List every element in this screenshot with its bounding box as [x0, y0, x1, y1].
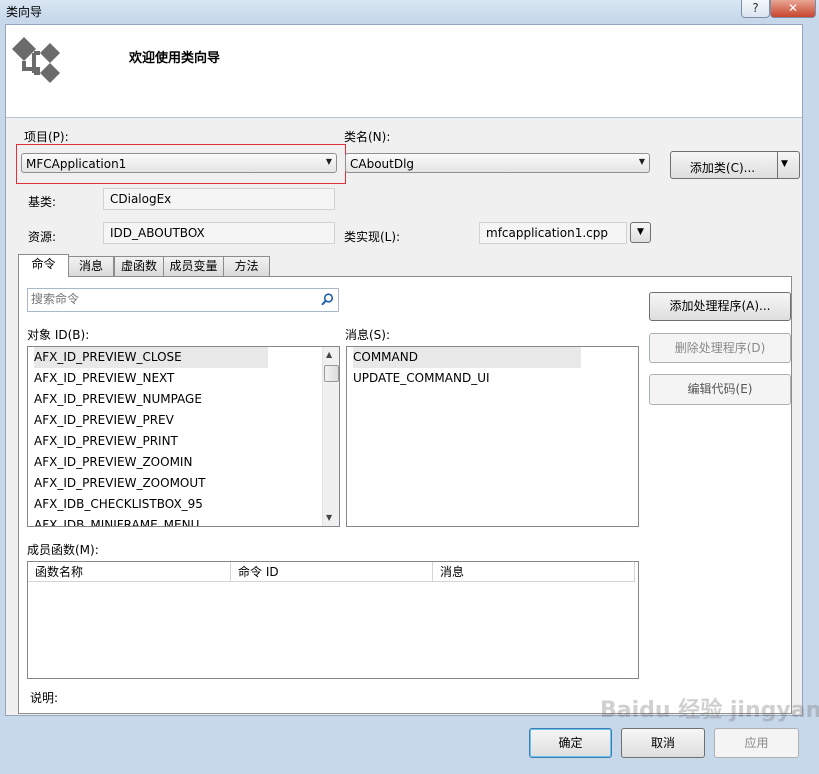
column-header-message[interactable]: 消息 — [433, 562, 635, 582]
base-class-value: CDialogEx — [110, 192, 172, 206]
list-item[interactable]: AFX_ID_PREVIEW_NEXT — [34, 368, 174, 389]
tab-methods[interactable]: 方法 — [223, 256, 270, 277]
chevron-down-icon: ▼ — [638, 157, 645, 166]
welcome-heading: 欢迎使用类向导 — [129, 51, 221, 66]
class-name-combo[interactable]: CAboutDlg ▼ — [345, 153, 650, 173]
class-impl-value: mfcapplication1.cpp — [486, 226, 608, 240]
column-header-function-name[interactable]: 函数名称 — [28, 562, 231, 582]
object-ids-scrollbar[interactable]: ▲ ▼ — [322, 347, 339, 526]
class-name-value: CAboutDlg — [350, 157, 415, 171]
scroll-down-icon[interactable]: ▼ — [326, 513, 332, 522]
list-item[interactable]: AFX_ID_PREVIEW_ZOOMOUT — [34, 473, 206, 494]
cancel-button[interactable]: 取消 — [621, 728, 705, 758]
search-input[interactable] — [29, 290, 317, 308]
list-item[interactable]: AFX_ID_PREVIEW_PREV — [34, 410, 174, 431]
list-item[interactable]: AFX_ID_PREVIEW_CLOSE — [34, 347, 268, 368]
edit-code-button[interactable]: 编辑代码(E) — [649, 374, 791, 405]
class-impl-field: mfcapplication1.cpp — [479, 222, 627, 244]
ok-button[interactable]: 确定 — [529, 728, 612, 758]
class-wizard-icon — [12, 37, 60, 83]
apply-button[interactable]: 应用 — [714, 728, 799, 758]
add-handler-button[interactable]: 添加处理程序(A)... — [649, 292, 791, 321]
list-item[interactable]: AFX_ID_PREVIEW_NUMPAGE — [34, 389, 202, 410]
help-button[interactable]: ? — [741, 0, 770, 18]
object-ids-list[interactable]: AFX_ID_PREVIEW_CLOSE AFX_ID_PREVIEW_NEXT… — [27, 346, 340, 527]
column-header-command-id[interactable]: 命令 ID — [231, 562, 433, 582]
delete-handler-button[interactable]: 删除处理程序(D) — [649, 333, 791, 363]
tab-member-variables[interactable]: 成员变量 — [163, 256, 224, 277]
member-functions-table[interactable]: 函数名称 命令 ID 消息 — [27, 561, 639, 679]
split-divider — [777, 152, 778, 178]
scroll-up-icon[interactable]: ▲ — [326, 350, 332, 359]
list-item[interactable]: COMMAND — [353, 347, 581, 368]
messages-label: 消息(S): — [345, 328, 391, 342]
messages-list[interactable]: COMMAND UPDATE_COMMAND_UI — [346, 346, 639, 527]
class-impl-label: 类实现(L): — [344, 230, 401, 244]
add-class-split-button[interactable]: 添加类(C)... ▼ — [670, 151, 800, 179]
resource-label: 资源: — [28, 230, 57, 244]
class-name-label: 类名(N): — [344, 130, 391, 144]
scrollbar-thumb[interactable] — [324, 365, 339, 382]
class-impl-dropdown-button[interactable]: ▼ — [630, 222, 651, 243]
project-label: 项目(P): — [24, 130, 69, 144]
title-bar: 类向导 — [0, 0, 819, 22]
object-ids-label: 对象 ID(B): — [27, 328, 90, 342]
chevron-down-icon: ▼ — [325, 157, 332, 166]
list-item[interactable]: AFX_ID_PREVIEW_PRINT — [34, 431, 178, 452]
list-item[interactable]: AFX_IDB_CHECKLISTBOX_95 — [34, 494, 203, 515]
header-band: 欢迎使用类向导 — [6, 25, 802, 118]
project-combo[interactable]: MFCApplication1 ▼ — [21, 153, 337, 173]
resource-value: IDD_ABOUTBOX — [110, 226, 205, 240]
tab-virtual-functions[interactable]: 虚函数 — [114, 256, 164, 277]
window-title: 类向导 — [6, 5, 43, 19]
description-label: 说明: — [30, 691, 59, 705]
search-box[interactable] — [27, 288, 339, 312]
chevron-down-icon: ▼ — [637, 227, 644, 237]
member-functions-label: 成员函数(M): — [27, 543, 99, 557]
base-class-field: CDialogEx — [103, 188, 335, 210]
list-item[interactable]: AFX_ID_PREVIEW_ZOOMIN — [34, 452, 192, 473]
list-item[interactable]: UPDATE_COMMAND_UI — [353, 368, 490, 389]
resource-field: IDD_ABOUTBOX — [103, 222, 335, 244]
add-class-button[interactable]: 添加类(C)... — [671, 159, 774, 176]
watermark: Baidu 经验 jingyan.baidu.com — [600, 698, 819, 723]
close-button[interactable]: ✕ — [770, 0, 816, 18]
project-value: MFCApplication1 — [26, 157, 127, 171]
tab-commands[interactable]: 命令 — [18, 254, 69, 277]
base-class-label: 基类: — [28, 195, 57, 209]
chevron-down-icon[interactable]: ▼ — [781, 159, 788, 169]
list-item[interactable]: AFX_IDB_MINIFRAME_MENU — [34, 515, 199, 526]
tab-messages[interactable]: 消息 — [68, 256, 114, 277]
search-icon[interactable] — [321, 293, 334, 306]
dialog-client: 欢迎使用类向导 项目(P): MFCApplication1 ▼ 类名(N): … — [5, 24, 803, 716]
